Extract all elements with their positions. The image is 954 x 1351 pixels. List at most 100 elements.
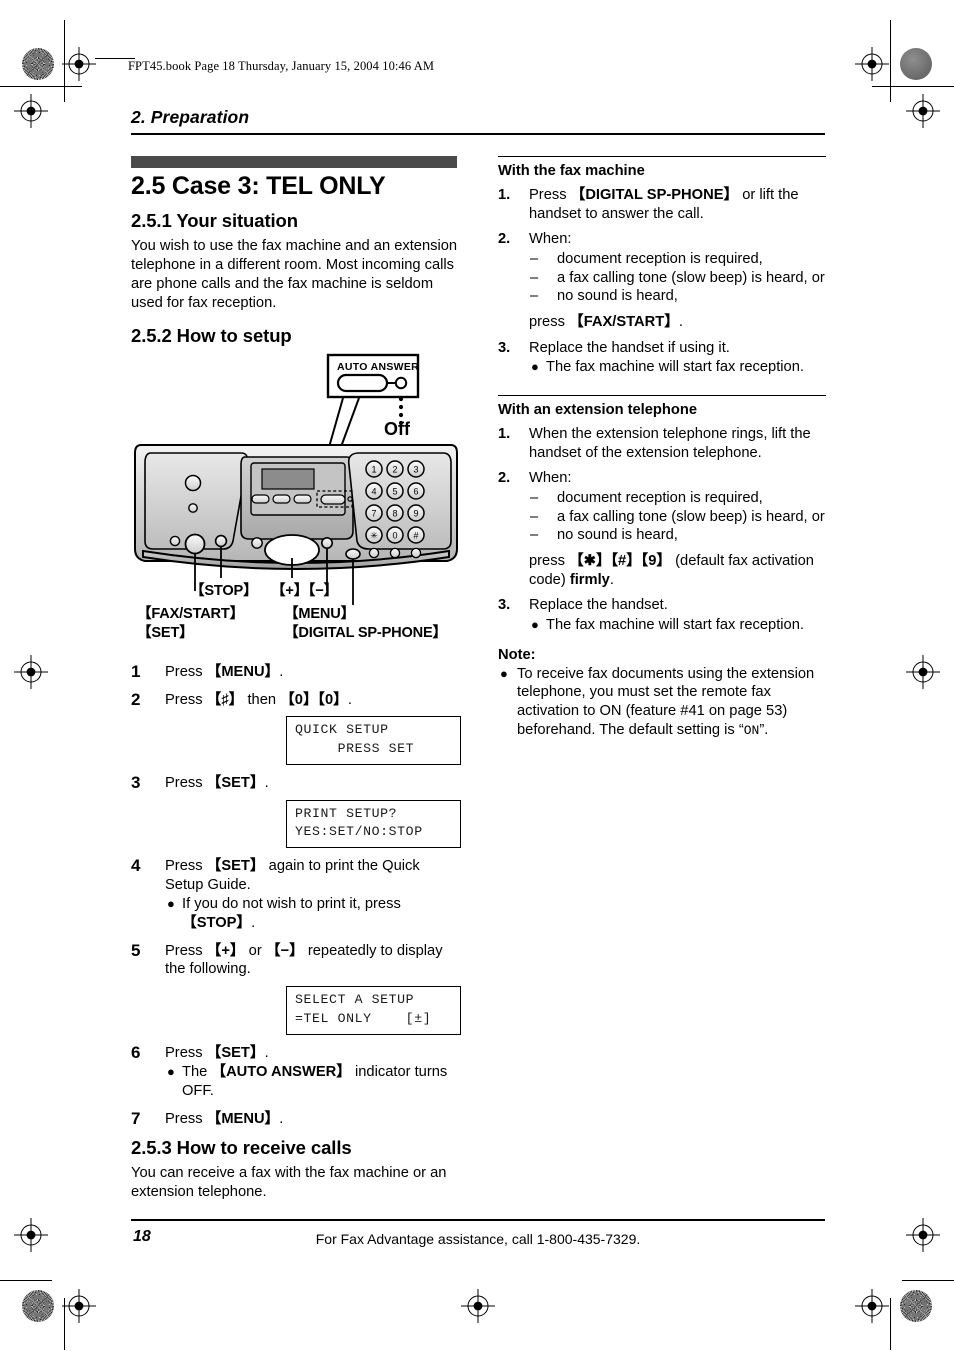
emphasis-firmly: firmly bbox=[569, 571, 610, 588]
step-text: Press 【+】 or 【−】 repeatedly to display t… bbox=[165, 942, 443, 978]
manual-page: FPT45.book Page 18 Thursday, January 15,… bbox=[0, 0, 954, 1351]
condition-item: – document reception is required, bbox=[529, 250, 826, 269]
fax-step-2-tail: press 【FAX/START】. bbox=[529, 313, 826, 332]
key-zero-zero: 【0】【0】 bbox=[280, 691, 348, 708]
svg-text:AUTO ANSWER: AUTO ANSWER bbox=[337, 361, 419, 373]
numeric-keypad: 1 2 3 4 5 6 7 8 9 ✳ 0 # bbox=[365, 460, 425, 559]
svg-text:2: 2 bbox=[392, 465, 397, 475]
step-number: 1 bbox=[131, 662, 141, 682]
label-stop: 【STOP】 bbox=[190, 583, 258, 600]
step-text: When the extension telephone rings, lift… bbox=[529, 426, 811, 461]
condition-text: document reception is required, bbox=[557, 490, 763, 507]
ext-step-2-tail: press 【✱】【#】【9】 (default fax activation … bbox=[529, 552, 826, 589]
svg-text:7: 7 bbox=[371, 509, 376, 519]
step-number: 3. bbox=[498, 597, 511, 614]
lcd-line-2: =TEL ONLY [±] bbox=[295, 1010, 432, 1026]
note-bullets: ● To receive fax documents using the ext… bbox=[498, 665, 826, 740]
step-number: 3 bbox=[131, 772, 141, 792]
step-1-pre: Press bbox=[529, 187, 571, 203]
section-band bbox=[131, 156, 457, 168]
lcd-display-quick-setup: QUICK SETUP PRESS SET bbox=[286, 716, 461, 765]
ext-step-2-conditions: – document reception is required, – a fax … bbox=[529, 489, 826, 545]
step-text: Press 【SET】. bbox=[165, 774, 269, 791]
condition-text: document reception is required, bbox=[557, 251, 763, 268]
step-text: Press 【DIGITAL SP-PHONE】 or lift the han… bbox=[529, 187, 799, 222]
bullet-item: ● The 【AUTO ANSWER】 indicator turns OFF. bbox=[165, 1063, 461, 1100]
ext-step-3-bullets: ● The fax machine will start fax receptio… bbox=[529, 616, 826, 635]
key-set: 【SET】 bbox=[206, 858, 265, 875]
step-number: 2. bbox=[498, 231, 511, 248]
step-4-bullets: ● If you do not wish to print it, press … bbox=[165, 895, 461, 932]
note-value-on: ON bbox=[743, 722, 760, 738]
chapter-heading: 2. Preparation bbox=[131, 107, 250, 127]
key-set: 【SET】 bbox=[206, 774, 265, 791]
step-number: 1. bbox=[498, 426, 511, 443]
dash-icon: – bbox=[530, 527, 539, 544]
condition-item: – a fax calling tone (slow beep) is heard… bbox=[529, 508, 826, 527]
bullet-item: ● The fax machine will start fax receptio… bbox=[529, 616, 826, 635]
lcd-line-1: QUICK SETUP bbox=[295, 722, 389, 738]
bullet-dot-icon: ● bbox=[500, 665, 508, 681]
footer-rule bbox=[131, 1219, 825, 1221]
bullet-text: The fax machine will start fax reception… bbox=[546, 359, 804, 376]
key-hash: 【♯】 bbox=[206, 691, 244, 708]
lcd-line-2: PRESS SET bbox=[295, 741, 415, 757]
step-6-bullets: ● The 【AUTO ANSWER】 indicator turns OFF. bbox=[165, 1063, 461, 1100]
key-minus: 【−】 bbox=[265, 942, 304, 959]
fax-step-3: 3. Replace the handset if using it. ● The… bbox=[498, 339, 826, 377]
condition-text: a fax calling tone (slow beep) is heard,… bbox=[557, 269, 825, 286]
setup-steps-list: 1 Press 【MENU】. 2 Press 【♯】 then 【0】【0】.… bbox=[131, 662, 461, 1128]
condition-text: a fax calling tone (slow beep) is heard,… bbox=[557, 508, 825, 525]
step-lead: When: bbox=[529, 231, 572, 248]
bullet-item: ● To receive fax documents using the ext… bbox=[498, 665, 826, 740]
ext-step-2: 2. When: – document reception is required… bbox=[498, 469, 826, 589]
auto-answer-state-label: Off bbox=[384, 419, 410, 440]
lcd-display-print-setup: PRINT SETUP? YES:SET/NO:STOP bbox=[286, 799, 461, 849]
with-fax-machine-steps: 1. Press 【DIGITAL SP-PHONE】 or lift the … bbox=[498, 186, 826, 377]
note-heading: Note: bbox=[498, 646, 536, 663]
right-column: With the fax machine 1. Press 【DIGITAL S… bbox=[498, 156, 826, 739]
fax-step-1: 1. Press 【DIGITAL SP-PHONE】 or lift the … bbox=[498, 186, 826, 223]
label-digital-sp-phone: 【DIGITAL SP-PHONE】 bbox=[284, 625, 447, 642]
bullet-item: ● The fax machine will start fax receptio… bbox=[529, 358, 826, 377]
condition-item: – document reception is required, bbox=[529, 489, 826, 508]
svg-text:6: 6 bbox=[413, 487, 418, 497]
bullet-dot-icon: ● bbox=[167, 1064, 175, 1080]
fax-machine-illustration: AUTO ANSWER 1 2 3 4 5 6 7 8 9 ✳ 0 # Off … bbox=[131, 353, 461, 659]
step-number: 2. bbox=[498, 470, 511, 487]
step-number: 4 bbox=[131, 856, 141, 876]
bullet-text-pre: The bbox=[182, 1064, 212, 1081]
svg-text:1: 1 bbox=[371, 465, 376, 475]
fax-machine-body: 1 2 3 4 5 6 7 8 9 ✳ 0 # bbox=[134, 444, 458, 571]
bullet-text-pre: If you do not wish to print it, press bbox=[182, 896, 401, 913]
fax-step-3-bullets: ● The fax machine will start fax receptio… bbox=[529, 358, 826, 377]
step-number: 3. bbox=[498, 339, 511, 356]
step-number: 5 bbox=[131, 940, 141, 960]
setup-step-1: 1 Press 【MENU】. bbox=[131, 662, 461, 682]
tail-post: . bbox=[609, 571, 614, 588]
subsection-2-5-2-heading: 2.5.2 How to setup bbox=[131, 325, 292, 347]
key-auto-answer: 【AUTO ANSWER】 bbox=[211, 1064, 351, 1081]
svg-text:0: 0 bbox=[392, 531, 397, 541]
ext-step-1: 1. When the extension telephone rings, l… bbox=[498, 425, 826, 462]
key-menu: 【MENU】 bbox=[206, 1110, 280, 1127]
key-menu: 【MENU】 bbox=[206, 664, 280, 681]
note-text-pre: To receive fax documents using the exten… bbox=[517, 665, 815, 738]
condition-item: – no sound is heard, bbox=[529, 287, 826, 306]
dash-icon: – bbox=[530, 490, 539, 507]
lcd-line-1: SELECT A SETUP bbox=[295, 992, 415, 1008]
label-fax-start: 【FAX/START】 bbox=[137, 606, 244, 623]
with-extension-telephone-heading: With an extension telephone bbox=[498, 402, 697, 419]
condition-item: – a fax calling tone (slow beep) is heard… bbox=[529, 269, 826, 288]
svg-text:8: 8 bbox=[392, 509, 397, 519]
label-plus-minus: 【+】【−】 bbox=[271, 583, 338, 600]
subsection-2-5-3-heading: 2.5.3 How to receive calls bbox=[131, 1137, 352, 1159]
step-text: Press 【MENU】. bbox=[165, 664, 284, 681]
lcd-line-2: YES:SET/NO:STOP bbox=[295, 824, 423, 840]
label-menu: 【MENU】 bbox=[284, 606, 355, 623]
page-title: 2.5 Case 3: TEL ONLY bbox=[131, 172, 386, 200]
bullet-dot-icon: ● bbox=[167, 896, 175, 912]
key-stop: 【STOP】 bbox=[182, 915, 252, 932]
bullet-text: The fax machine will start fax reception… bbox=[546, 617, 804, 634]
bullet-dot-icon: ● bbox=[531, 617, 539, 633]
